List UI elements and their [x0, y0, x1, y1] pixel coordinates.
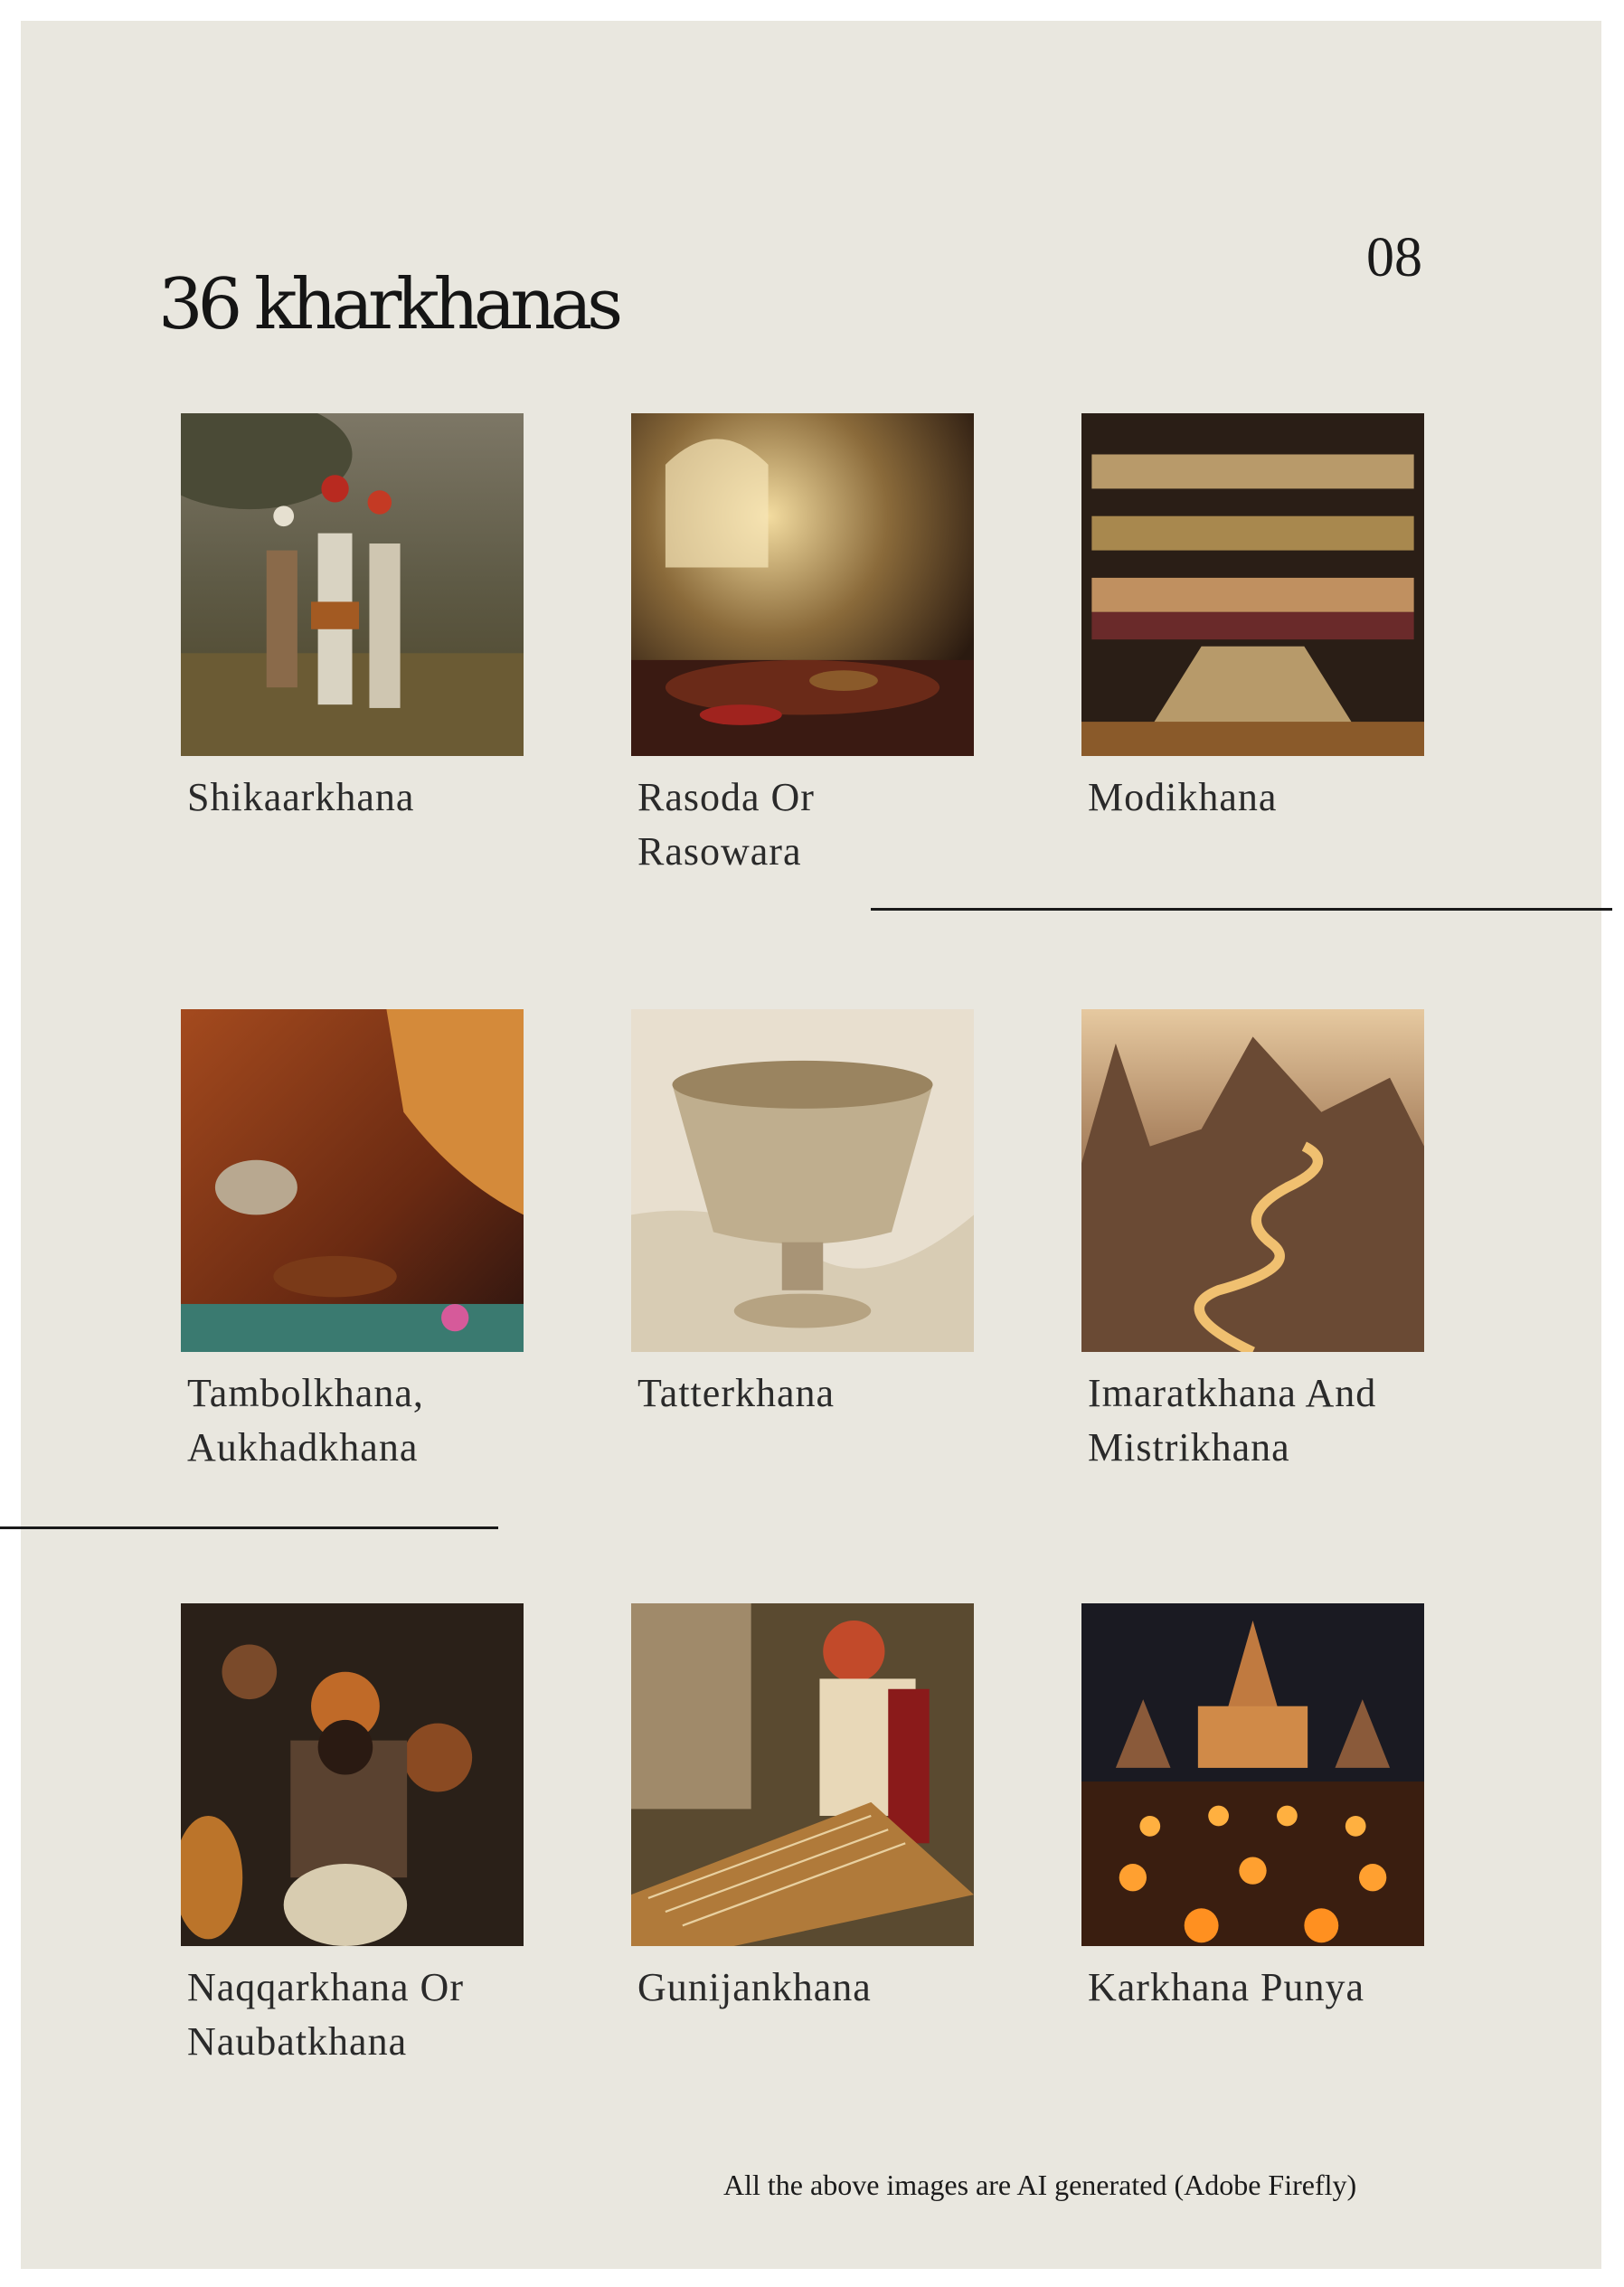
- naqqarkhana-image: [181, 1603, 524, 1946]
- caption-imaratkhana: Imaratkhana And Mistrikhana: [1088, 1371, 1377, 1470]
- caption-tambolkhana: Tambolkhana, Aukhadkhana: [187, 1371, 424, 1470]
- footnote: All the above images are AI generated (A…: [723, 2169, 1357, 2201]
- tatterkhana-image: [631, 1009, 974, 1352]
- caption-modikhana: Modikhana: [1088, 775, 1278, 819]
- caption-shikaarkhana: Shikaarkhana: [187, 775, 415, 819]
- rasoda-image: [631, 413, 974, 756]
- caption-rasoda: Rasoda Or Rasowara: [637, 775, 815, 874]
- caption-naqqarkhana: Naqqarkhana Or Naubatkhana: [187, 1965, 464, 2064]
- modikhana-image: [1081, 413, 1424, 756]
- tambolkhana-image: [181, 1009, 524, 1352]
- imaratkhana-image: [1081, 1009, 1424, 1352]
- caption-gunijankhana: Gunijankhana: [637, 1965, 872, 2009]
- page-number: 08: [1366, 227, 1422, 288]
- divider-line: [0, 1526, 498, 1529]
- caption-karkhana-punya: Karkhana Punya: [1088, 1965, 1365, 2009]
- shikaarkhana-image: [181, 413, 524, 756]
- gunijankhana-image: [631, 1603, 974, 1946]
- divider-line: [871, 908, 1612, 911]
- page-title: 36 kharkhanas: [158, 264, 623, 345]
- karkhana-punya-image: [1081, 1603, 1424, 1946]
- caption-tatterkhana: Tatterkhana: [637, 1371, 836, 1415]
